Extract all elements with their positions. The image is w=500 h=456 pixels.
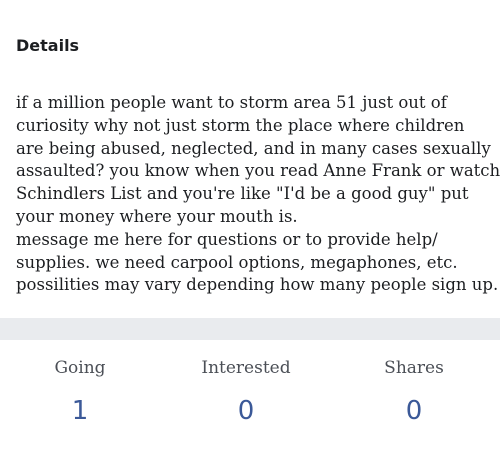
details-description: if a million people want to storm area 5… [16,92,500,297]
interested-count[interactable]: 0 [176,396,316,426]
event-stats: Going 1 Interested 0 Shares 0 [0,340,500,456]
description-line: curiosity why not just storm the place w… [16,115,465,135]
shares-label: Shares [384,358,444,378]
shares-count[interactable]: 0 [344,396,484,426]
description-line: if a million people want to storm area 5… [16,93,447,112]
description-line: message me here for questions or to prov… [16,229,438,249]
details-title: Details [16,36,80,55]
description-line: Schindlers List and you're like "I'd be … [16,184,469,204]
description-line: are being abused, neglected, and in many… [16,138,491,158]
description-line: assaulted? you know when you read Anne F… [16,161,500,181]
section-divider [0,318,500,340]
description-line: your money where your mouth is. [16,206,298,226]
description-line: supplies. we need carpool options, megap… [16,252,458,272]
description-line: possilities may vary depending how many … [16,275,499,295]
details-card: Details if a million people want to stor… [0,0,500,318]
going-label: Going [54,358,106,378]
going-count[interactable]: 1 [10,396,150,426]
interested-label: Interested [201,358,291,378]
